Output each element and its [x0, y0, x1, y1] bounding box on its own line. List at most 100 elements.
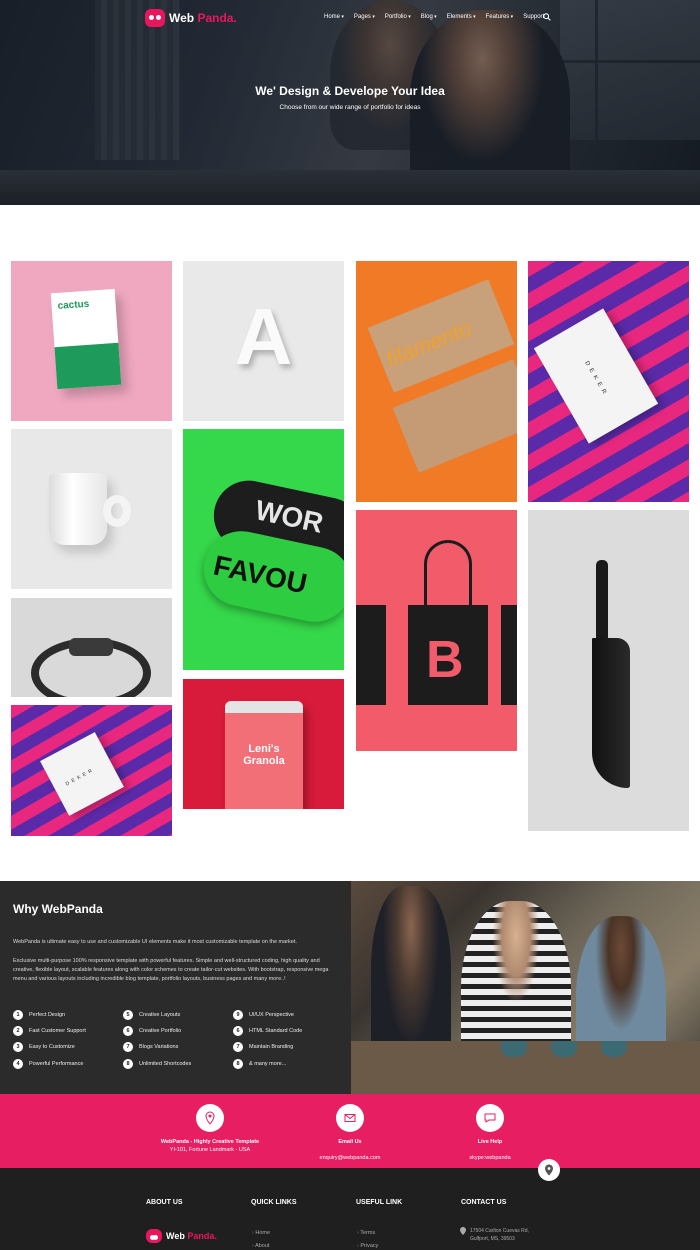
granola-bag: Leni's Granola [225, 701, 303, 809]
why-section: Why WebPanda WebPanda is ultimate easy t… [0, 881, 351, 1094]
feature-label: Easy to Customize [29, 1044, 75, 1050]
feature-item: 2 Fast Customer Support [13, 1026, 86, 1036]
team-photo [351, 881, 700, 1094]
why-title: Why WebPanda [13, 902, 103, 916]
location-pin-icon[interactable] [538, 1159, 560, 1181]
feature-item: 7 Blogs Variations [123, 1042, 178, 1052]
menu-item-features[interactable]: Features [486, 14, 514, 20]
skype-link[interactable]: skype:webpanda [469, 1155, 510, 1161]
map-icon [196, 1104, 224, 1132]
feature-item: 8 & many more... [233, 1059, 286, 1069]
address-line: Gulfport, MS, 39503 [470, 1236, 515, 1242]
granola-label: Leni's Granola [243, 743, 285, 767]
contact-title: Live Help [477, 1139, 503, 1145]
brand-name-main: Web [169, 11, 195, 25]
feature-number: 8 [233, 1059, 243, 1069]
page: Web Panda. Home Pages Portfolio Blog Ele… [0, 0, 700, 1250]
menu-item-pages[interactable]: Pages [354, 14, 375, 20]
contact-item-live-help: Live Help skype:webpanda [400, 1104, 580, 1164]
feature-item: 5 Creative Layouts [123, 1010, 180, 1020]
footer-link-terms[interactable]: Terms [357, 1230, 375, 1236]
deker-card: DEKER [533, 308, 659, 444]
feature-number: 9 [233, 1010, 243, 1020]
feature-number: 8 [123, 1059, 133, 1069]
feature-item: 3 Easy to Customize [13, 1042, 75, 1052]
portfolio-item-deker-box[interactable]: DEKER [11, 705, 172, 836]
portfolio-item-mug[interactable] [11, 429, 172, 589]
hero-title: We' Design & Develope Your Idea [255, 84, 445, 98]
portfolio-item-filamento[interactable]: filamento [356, 261, 517, 502]
menu-item-support[interactable]: Support [523, 14, 544, 20]
hero-subtitle: Choose from our wide range of portfolio … [279, 104, 421, 111]
portfolio-item-deker-card[interactable]: DEKER [528, 261, 689, 502]
panda-logo-icon [146, 1229, 162, 1243]
feature-label: UI/UX Perspective [249, 1012, 294, 1018]
photo-cup [501, 1041, 527, 1057]
footer-quick-links-title: QUICK LINKS [251, 1199, 297, 1206]
contact-bar: WebPanda - Highly Creative Template YI-1… [0, 1094, 700, 1168]
footer-brand-name: Web Panda. [166, 1231, 217, 1241]
menu-item-portfolio[interactable]: Portfolio [385, 14, 411, 20]
photo-cup [601, 1041, 627, 1057]
footer-logo[interactable]: Web Panda. [146, 1229, 217, 1243]
deker-box-label: DEKER [64, 766, 97, 788]
photo-cup [551, 1041, 577, 1057]
feature-item: 6 HTML Standard Code [233, 1026, 302, 1036]
feature-item: 7 Maintain Branding [233, 1042, 293, 1052]
footer-contact-title: CONTACT US [461, 1199, 507, 1206]
menu-item-blog[interactable]: Blog [421, 14, 437, 20]
knife-image [596, 560, 608, 645]
feature-label: & many more... [249, 1061, 287, 1067]
brand-name: Web Panda. [169, 11, 237, 25]
brand-logo[interactable]: Web Panda. [145, 9, 237, 27]
top-nav: Web Panda. Home Pages Portfolio Blog Ele… [0, 0, 700, 36]
portfolio-item-green-tubes[interactable]: WOR FAVOU [183, 429, 344, 670]
feature-label: Maintain Branding [249, 1044, 294, 1050]
footer-brand-main: Web [166, 1231, 185, 1241]
portfolio-item-letter-a[interactable]: A [183, 261, 344, 421]
feature-label: Creative Portfolio [139, 1028, 182, 1034]
feature-number: 7 [123, 1042, 133, 1052]
feature-label: Unlimited Shortcodes [139, 1061, 192, 1067]
deker-box-card: DEKER [40, 732, 124, 816]
tote-letter: B [426, 631, 464, 689]
portfolio-item-watch[interactable] [11, 598, 172, 697]
feature-number: 6 [123, 1026, 133, 1036]
feature-item: 1 Perfect Design [13, 1010, 65, 1020]
feature-number: 3 [13, 1042, 23, 1052]
portfolio-item-granola[interactable]: Leni's Granola [183, 679, 344, 809]
address-line: 17504 Carlton Cuevas Rd, [470, 1228, 529, 1234]
footer-address: 17504 Carlton Cuevas Rd, Gulfport, MS, 3… [470, 1227, 560, 1243]
mail-icon [336, 1104, 364, 1132]
search-icon[interactable] [543, 13, 551, 21]
cactus-label: cactus [57, 298, 90, 312]
email-link[interactable]: enquiry@webpanda.com [320, 1155, 381, 1161]
chat-icon [476, 1104, 504, 1132]
mug-image [49, 473, 107, 545]
footer-link-home[interactable]: Home [252, 1230, 270, 1236]
menu-item-elements[interactable]: Elements [447, 14, 476, 20]
main-menu: Home Pages Portfolio Blog Elements Featu… [324, 14, 544, 20]
panda-logo-icon [145, 9, 165, 27]
feature-number: 2 [13, 1026, 23, 1036]
feature-label: Fast Customer Support [29, 1028, 86, 1034]
deker-card-label: DEKER [583, 360, 609, 399]
letter-a-glyph: A [234, 292, 293, 381]
footer: ABOUT US QUICK LINKS USEFUL LINK CONTACT… [0, 1159, 700, 1250]
footer-brand-accent: Panda. [187, 1231, 217, 1241]
feature-number: 7 [233, 1042, 243, 1052]
menu-item-home[interactable]: Home [324, 14, 344, 20]
feature-item: 6 Creative Portfolio [123, 1026, 181, 1036]
why-intro: WebPanda is ultimate easy to use and cus… [13, 939, 297, 945]
feature-number: 1 [13, 1010, 23, 1020]
portfolio-item-knife[interactable] [528, 510, 689, 831]
feature-label: Powerful Performance [29, 1061, 84, 1067]
feature-number: 6 [233, 1026, 243, 1036]
feature-item: 9 UI/UX Perspective [233, 1010, 294, 1020]
footer-link-about[interactable]: About [252, 1243, 269, 1249]
footer-link-privacy[interactable]: Privacy [357, 1243, 378, 1249]
portfolio-item-tote-bags[interactable]: B [356, 510, 517, 751]
portfolio-item-cactus[interactable]: cactus [11, 261, 172, 421]
feature-label: Creative Layouts [139, 1012, 181, 1018]
brand-name-accent: Panda. [197, 11, 237, 25]
